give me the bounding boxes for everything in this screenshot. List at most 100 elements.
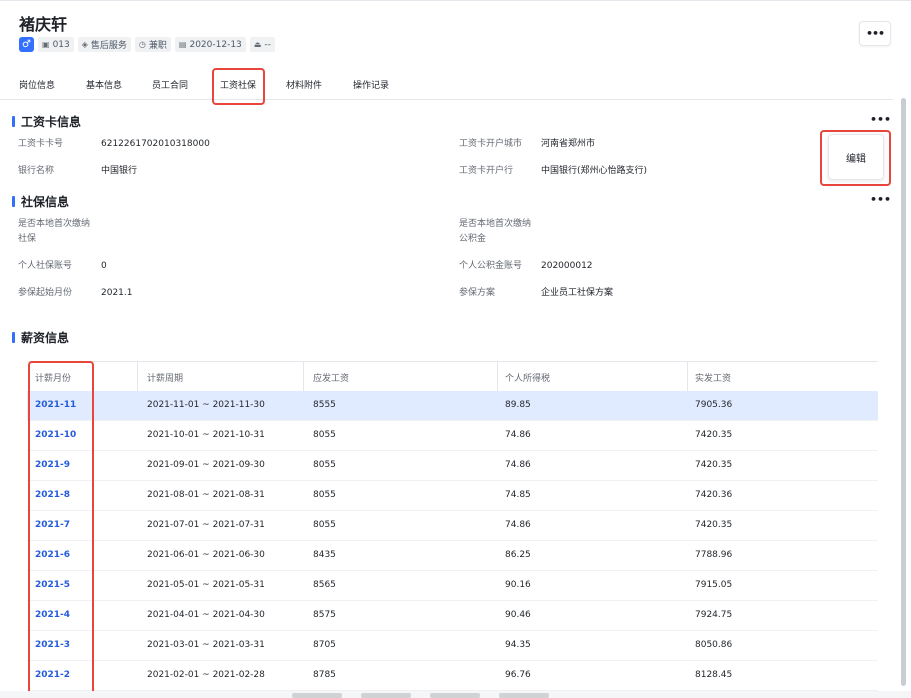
bottom-bar-segment	[292, 693, 342, 698]
more-icon: •••	[865, 27, 885, 40]
table-row[interactable]: 2021-9 2021-09-01 ~ 2021-09-30 8055 74.8…	[27, 451, 878, 481]
employee-id-tag: ▣ 013	[38, 37, 74, 52]
employment-type: 兼职	[148, 41, 167, 51]
hire-date-tag: ▤ 2020-12-13	[174, 37, 246, 52]
id-card-icon: ▣	[42, 40, 50, 49]
net-cell: 7420.35	[695, 460, 733, 470]
tab-highlight-box	[212, 68, 265, 105]
card-city-label: 工资卡开户城市	[459, 139, 523, 149]
column-divider	[497, 362, 498, 392]
period-cell: 2021-11-01 ~ 2021-11-30	[147, 400, 265, 410]
tax-cell: 74.86	[505, 430, 531, 440]
clock-icon: ◷	[138, 40, 146, 49]
month-column-highlight-box	[28, 361, 94, 695]
employee-id: 013	[52, 39, 70, 50]
edit-button[interactable]: 编辑	[828, 134, 884, 180]
table-row[interactable]: 2021-10 2021-10-01 ~ 2021-10-31 8055 74.…	[27, 421, 878, 451]
department-tag: ◈ 售后服务	[77, 37, 131, 52]
social-section-title: 社保信息	[12, 193, 69, 210]
tax-cell: 96.76	[505, 670, 531, 680]
gross-cell: 8555	[313, 400, 336, 410]
table-row[interactable]: 2021-4 2021-04-01 ~ 2021-04-30 8575 90.4…	[27, 601, 878, 631]
tax-cell: 94.35	[505, 640, 531, 650]
employment-type-tag: ◷ 兼职	[134, 37, 171, 52]
tax-cell: 89.85	[505, 400, 531, 410]
net-cell: 8050.86	[695, 640, 733, 650]
net-cell: 7905.36	[695, 400, 733, 410]
column-header-tax[interactable]: 个人所得税	[505, 371, 550, 384]
net-cell: 7420.35	[695, 520, 733, 530]
column-divider	[303, 362, 304, 392]
card-branch-label: 工资卡开户行	[459, 166, 514, 176]
table-row[interactable]: 2021-6 2021-06-01 ~ 2021-06-30 8435 86.2…	[27, 541, 878, 571]
column-header-gross[interactable]: 应发工资	[313, 371, 349, 384]
tax-cell: 74.85	[505, 490, 531, 500]
card-city-value: 河南省郑州市	[541, 139, 596, 149]
header-more-button[interactable]: •••	[859, 21, 891, 46]
period-cell: 2021-02-01 ~ 2021-02-28	[147, 670, 265, 680]
stamp-icon: ⏏	[253, 40, 262, 49]
column-header-net[interactable]: 实发工资	[695, 371, 731, 384]
table-row[interactable]: 2021-7 2021-07-01 ~ 2021-07-31 8055 74.8…	[27, 511, 878, 541]
tab-attachments[interactable]: 材料附件	[286, 78, 322, 91]
period-cell: 2021-03-01 ~ 2021-03-31	[147, 640, 265, 650]
hire-date: 2020-12-13	[189, 39, 242, 50]
tab-basic-info[interactable]: 基本信息	[86, 78, 122, 91]
net-cell: 7924.75	[695, 610, 733, 620]
layers-icon: ◈	[81, 40, 88, 49]
salary-card-more-button[interactable]: •••	[870, 113, 891, 126]
tax-cell: 90.16	[505, 580, 531, 590]
tab-operation-log[interactable]: 操作记录	[353, 78, 389, 91]
column-header-period[interactable]: 计薪周期	[147, 371, 183, 384]
table-row[interactable]: 2021-11 2021-11-01 ~ 2021-11-30 8555 89.…	[27, 391, 878, 421]
table-row[interactable]: 2021-5 2021-05-01 ~ 2021-05-31 8565 90.1…	[27, 571, 878, 601]
salary-card-section-title: 工资卡信息	[12, 113, 81, 130]
net-cell: 7915.05	[695, 580, 733, 590]
period-cell: 2021-07-01 ~ 2021-07-31	[147, 520, 265, 530]
table-row[interactable]: 2021-8 2021-08-01 ~ 2021-08-31 8055 74.8…	[27, 481, 878, 511]
bank-name-label: 银行名称	[18, 166, 55, 176]
gross-cell: 8055	[313, 520, 336, 530]
male-icon: ♂	[19, 37, 34, 52]
status-tag: ⏏ --	[249, 37, 275, 52]
tab-position-info[interactable]: 岗位信息	[19, 78, 55, 91]
table-row[interactable]: 2021-3 2021-03-01 ~ 2021-03-31 8705 94.3…	[27, 631, 878, 661]
employee-tags: ♂ ▣ 013 ◈ 售后服务 ◷ 兼职 ▤ 2020-12-13 ⏏ --	[19, 37, 275, 52]
period-cell: 2021-06-01 ~ 2021-06-30	[147, 550, 265, 560]
social-account-value: 0	[101, 261, 107, 271]
gross-cell: 8055	[313, 490, 336, 500]
card-number-label: 工资卡卡号	[18, 139, 64, 149]
top-divider	[0, 0, 911, 1]
start-month-value: 2021.1	[101, 288, 133, 298]
start-month-label: 参保起始月份	[18, 288, 73, 298]
employee-name: 褚庆轩	[19, 15, 68, 34]
bottom-bar-segment	[499, 693, 549, 698]
column-divider	[137, 362, 138, 392]
tab-bar: 岗位信息 基本信息 员工合同 工资社保 材料附件 操作记录	[0, 70, 893, 100]
column-divider	[687, 362, 688, 392]
period-cell: 2021-04-01 ~ 2021-04-30	[147, 610, 265, 620]
tax-cell: 86.25	[505, 550, 531, 560]
gross-cell: 8705	[313, 640, 336, 650]
gross-cell: 8055	[313, 430, 336, 440]
section-marker	[12, 196, 15, 207]
section-title-text: 薪资信息	[21, 331, 70, 345]
net-cell: 7420.35	[695, 430, 733, 440]
social-account-label: 个人社保账号	[18, 261, 73, 271]
social-more-button[interactable]: •••	[870, 193, 891, 206]
table-row[interactable]: 2021-2 2021-02-01 ~ 2021-02-28 8785 96.7…	[27, 661, 878, 691]
vertical-scrollbar[interactable]	[901, 98, 906, 686]
net-cell: 7788.96	[695, 550, 733, 560]
section-marker	[12, 332, 15, 343]
gross-cell: 8785	[313, 670, 336, 680]
card-number-value: 6212261702010318000	[101, 139, 210, 149]
gross-cell: 8055	[313, 460, 336, 470]
gross-cell: 8575	[313, 610, 336, 620]
tab-contract[interactable]: 员工合同	[152, 78, 188, 91]
period-cell: 2021-09-01 ~ 2021-09-30	[147, 460, 265, 470]
gross-cell: 8435	[313, 550, 336, 560]
period-cell: 2021-08-01 ~ 2021-08-31	[147, 490, 265, 500]
period-cell: 2021-05-01 ~ 2021-05-31	[147, 580, 265, 590]
fund-account-value: 202000012	[541, 261, 593, 271]
bottom-bar-segment	[361, 693, 411, 698]
